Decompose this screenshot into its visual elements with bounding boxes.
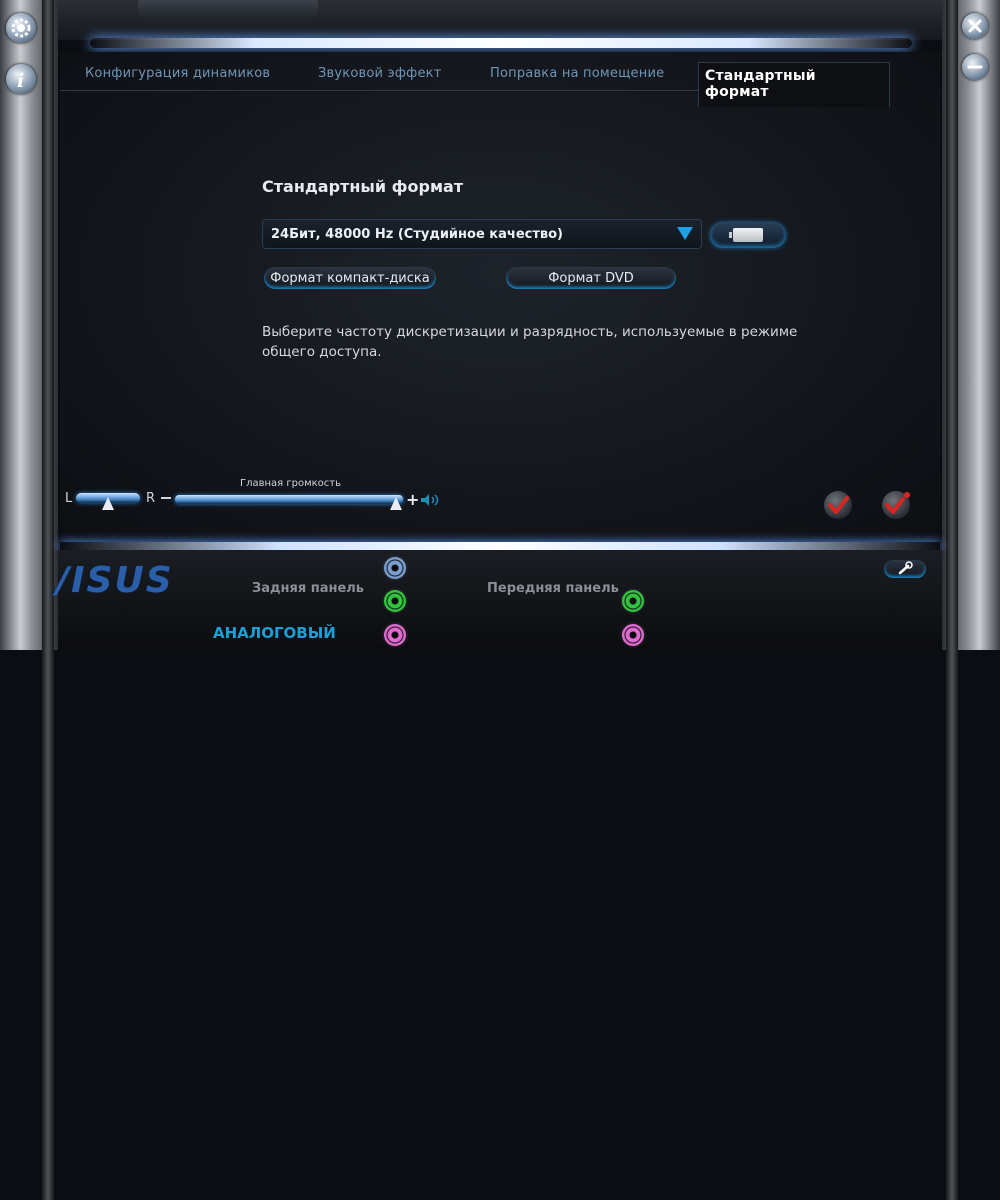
master-volume-label: Главная громкость — [240, 478, 342, 489]
format-dropdown[interactable]: 24Бит, 48000 Hz (Студийное качество) — [262, 219, 702, 249]
close-button[interactable] — [962, 13, 988, 39]
section-title: Стандартный формат — [262, 177, 464, 196]
front-panel-label: Передняя панель — [487, 581, 619, 596]
balance-slider-thumb[interactable] — [102, 497, 114, 510]
right-frame-bottom — [942, 550, 1000, 1200]
left-frame-bottom — [0, 550, 58, 1200]
tab-room-correction[interactable]: Поправка на помещение — [490, 66, 664, 81]
settings-button[interactable] — [6, 13, 36, 43]
rear-panel-label: Задняя панель — [252, 581, 365, 596]
minimize-button[interactable] — [962, 54, 988, 80]
description-text: Выберите частоту дискретизации и разрядн… — [262, 324, 798, 360]
rear-blue-jack[interactable] — [384, 557, 406, 579]
format-dropdown-value: 24Бит, 48000 Hz (Студийное качество) — [271, 226, 563, 242]
tab-bar: Конфигурация динамиков Звуковой эффект П… — [60, 60, 890, 107]
left-channel-label: L — [65, 491, 73, 506]
checkmark-icon — [828, 496, 849, 514]
close-icon — [968, 19, 982, 33]
master-volume-slider[interactable] — [175, 495, 403, 504]
right-frame-bottom-groove — [946, 550, 958, 1200]
dropdown-arrow-icon — [677, 227, 693, 240]
svg-text:i: i — [17, 70, 24, 92]
info-button[interactable]: i — [6, 64, 36, 94]
speaker-icon[interactable] — [421, 494, 441, 506]
edit-check-icon — [885, 492, 910, 514]
volume-down-icon[interactable] — [161, 497, 171, 499]
minus-icon — [967, 65, 983, 69]
advanced-settings-button[interactable] — [884, 560, 926, 578]
top-bar — [58, 0, 942, 40]
top-glow-line — [90, 38, 912, 48]
format-toggle-button[interactable] — [710, 222, 786, 248]
front-green-jack[interactable] — [622, 590, 644, 612]
apply-button[interactable] — [882, 491, 910, 519]
tab-default-format[interactable]: Стандартный формат — [698, 62, 890, 107]
asus-logo: /ISUS — [56, 560, 174, 601]
left-frame-bottom-groove — [42, 550, 54, 1200]
front-pink-jack[interactable] — [622, 624, 644, 646]
rear-pink-jack[interactable] — [384, 624, 406, 646]
gear-icon — [11, 18, 31, 38]
top-notch — [138, 0, 318, 18]
master-volume-thumb[interactable] — [390, 497, 403, 510]
tab-sound-effect[interactable]: Звуковой эффект — [318, 66, 441, 81]
dvd-format-button[interactable]: Формат DVD — [506, 267, 676, 289]
volume-up-icon[interactable]: + — [406, 490, 419, 509]
main-panel — [60, 52, 940, 542]
analog-label: АНАЛОГОВЫЙ — [213, 624, 336, 642]
battery-icon — [729, 228, 763, 242]
bottom-glow-line — [60, 542, 940, 550]
right-channel-label: R — [146, 491, 156, 506]
rear-green-jack[interactable] — [384, 590, 406, 612]
cd-format-button[interactable]: Формат компакт-диска — [264, 267, 436, 289]
tab-speaker-config[interactable]: Конфигурация динамиков — [85, 66, 270, 81]
wrench-icon — [898, 561, 913, 575]
info-icon: i — [17, 70, 24, 92]
ok-button[interactable] — [824, 491, 852, 519]
